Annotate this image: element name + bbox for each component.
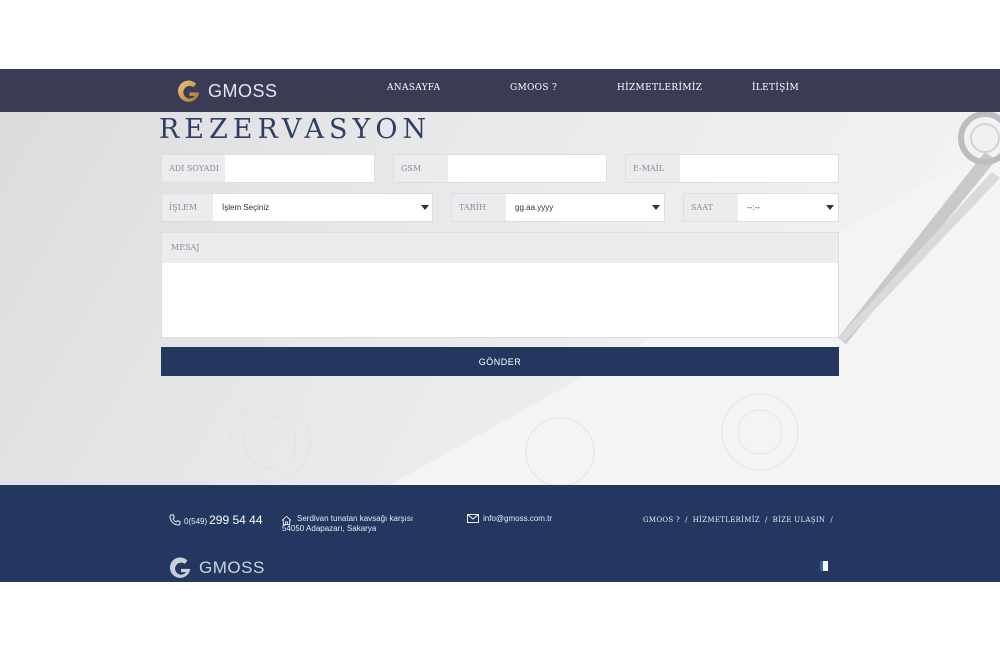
time-label: SAAT xyxy=(684,194,738,221)
date-placeholder: gg.aa.yyyy xyxy=(515,203,554,212)
nav-gmoos[interactable]: GMOOS ? xyxy=(510,83,557,93)
email-address: info@gmoss.com.tr xyxy=(483,514,553,523)
language-flag-icon[interactable] xyxy=(820,561,828,571)
logo-text: GMOSS xyxy=(208,80,278,101)
footer-link-gmoos[interactable]: GMOOS ? xyxy=(643,516,680,524)
time-placeholder: --:-- xyxy=(747,203,760,212)
gsm-input[interactable] xyxy=(448,155,606,182)
footer-logo[interactable]: GMOSS xyxy=(168,555,265,581)
name-field: ADI SOYADI xyxy=(161,154,375,183)
gsm-label: GSM xyxy=(394,155,448,182)
footer-link-hizmetlerimiz[interactable]: HİZMETLERİMİZ xyxy=(693,516,760,524)
home-icon xyxy=(281,515,292,526)
footer-phone[interactable]: 0(549) 299 54 44 xyxy=(169,513,263,527)
footer: 0(549) 299 54 44 Serdivan tunatan kavsağ… xyxy=(0,485,1000,582)
footer-address: Serdivan tunatan kavsağı karşısı 54050 A… xyxy=(281,514,414,534)
address-line-2: 54050 Adapazarı, Sakarya xyxy=(282,524,377,533)
phone-icon xyxy=(169,514,181,526)
email-field: E-MAİL xyxy=(625,154,839,183)
brand-logo[interactable]: GMOSS xyxy=(176,77,278,105)
chevron-down-icon xyxy=(826,205,834,210)
phone-prefix: 0(549) xyxy=(184,517,208,526)
gsm-field: GSM xyxy=(393,154,607,183)
date-label: TARİH xyxy=(452,194,506,221)
message-label: MESAJ xyxy=(162,233,838,263)
footer-email[interactable]: info@gmoss.com.tr xyxy=(467,514,552,523)
date-input[interactable]: gg.aa.yyyy xyxy=(506,194,664,221)
envelope-icon xyxy=(467,514,479,523)
service-selected-value: İşlem Seçiniz xyxy=(222,203,270,212)
nav-iletisim[interactable]: İLETİŞİM xyxy=(752,83,799,93)
date-field: TARİH gg.aa.yyyy xyxy=(451,193,665,222)
gmoss-logo-icon xyxy=(178,80,200,102)
gmoss-logo-icon xyxy=(169,557,191,578)
chevron-down-icon xyxy=(652,205,660,210)
top-navbar: GMOSS ANASAYFA GMOOS ? HİZMETLERİMİZ İLE… xyxy=(0,69,1000,112)
message-textarea[interactable] xyxy=(162,263,838,337)
service-field: İŞLEM İşlem Seçiniz xyxy=(161,193,433,222)
time-input[interactable]: --:-- xyxy=(738,194,838,221)
page: GMOSS ANASAYFA GMOOS ? HİZMETLERİMİZ İLE… xyxy=(0,0,1000,650)
name-input[interactable] xyxy=(225,155,374,182)
reservation-section: REZERVASYON ADI SOYADI GSM E-MAİL İŞLEM … xyxy=(0,112,1000,485)
address-line-1: Serdivan tunatan kavsağı karşısı xyxy=(297,514,414,523)
footer-link-bize-ulasin[interactable]: BİZE ULAŞIN xyxy=(773,516,826,524)
email-label: E-MAİL xyxy=(626,155,680,182)
nav-hizmetlerimiz[interactable]: HİZMETLERİMİZ xyxy=(617,83,702,93)
page-title: REZERVASYON xyxy=(159,114,432,145)
nav-anasayfa[interactable]: ANASAYFA xyxy=(387,83,440,93)
phone-number: 299 54 44 xyxy=(209,513,263,527)
email-input[interactable] xyxy=(680,155,838,182)
chevron-down-icon xyxy=(421,205,429,210)
name-label: ADI SOYADI xyxy=(162,155,225,182)
footer-logo-text: GMOSS xyxy=(199,558,265,577)
message-field: MESAJ xyxy=(161,232,839,338)
time-field: SAAT --:-- xyxy=(683,193,839,222)
footer-nav: GMOOS ? / HİZMETLERİMİZ / BİZE ULAŞIN / xyxy=(643,516,834,524)
service-label: İŞLEM xyxy=(162,194,213,221)
submit-button[interactable]: GÖNDER xyxy=(161,347,839,376)
service-select[interactable]: İşlem Seçiniz xyxy=(213,194,432,221)
